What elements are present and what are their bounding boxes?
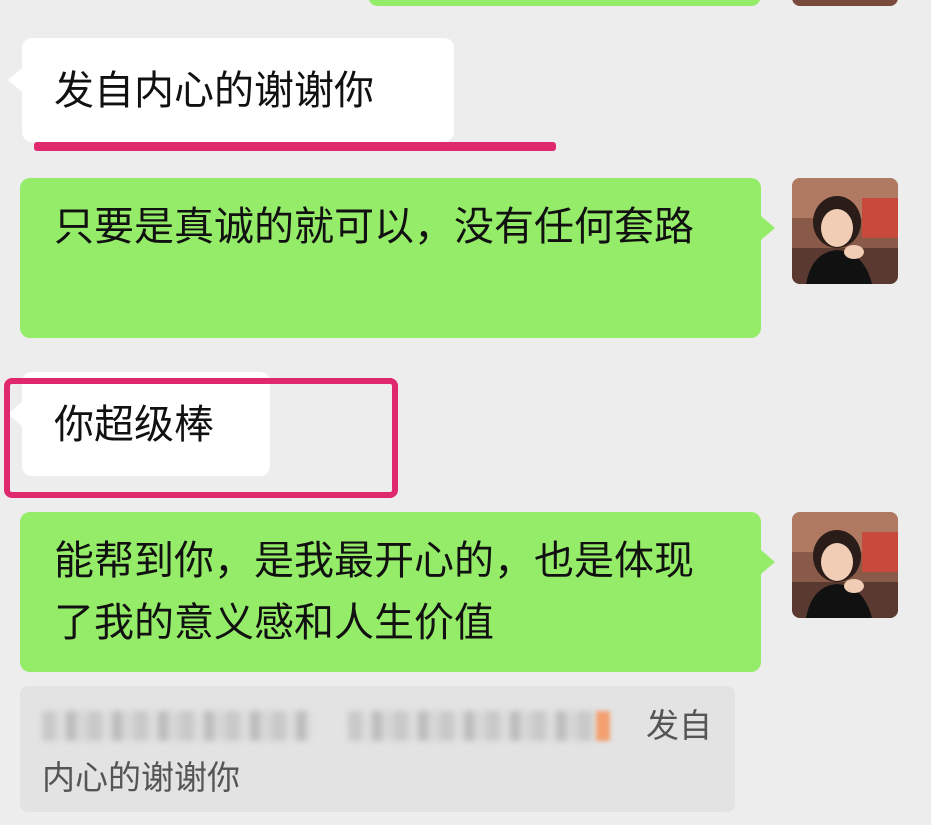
quoted-message[interactable]: 发自 内心的谢谢你 — [20, 686, 735, 812]
message-bubble-sent[interactable]: 能帮到你，是我最开心的，也是体现了我的意义感和人生价值 — [20, 512, 775, 672]
quote-first-line: 发自 — [42, 700, 717, 752]
avatar[interactable] — [792, 512, 898, 618]
annotation-underline — [34, 142, 556, 151]
blurred-emoji — [596, 711, 610, 741]
message-bubble-sent-partial[interactable] — [368, 0, 761, 6]
message-bubble-received[interactable]: 发自内心的谢谢你 — [8, 38, 454, 142]
annotation-box — [4, 378, 398, 498]
message-text: 只要是真诚的就可以，没有任何套路 — [54, 204, 694, 250]
avatar-photo-icon — [792, 512, 898, 618]
avatar[interactable] — [792, 0, 898, 6]
avatar-photo-icon — [792, 0, 898, 6]
avatar[interactable] — [792, 178, 898, 284]
blurred-text — [348, 711, 596, 741]
message-text: 发自内心的谢谢你 — [54, 68, 374, 114]
message-bubble-sent[interactable]: 只要是真诚的就可以，没有任何套路 — [20, 178, 775, 338]
quote-text-tail: 内心的谢谢你 — [42, 758, 240, 797]
quote-text-head: 发自 — [646, 706, 712, 745]
avatar-photo-icon — [792, 178, 898, 284]
message-text: 能帮到你，是我最开心的，也是体现了我的意义感和人生价值 — [54, 538, 694, 646]
blurred-sender-name — [42, 711, 310, 741]
